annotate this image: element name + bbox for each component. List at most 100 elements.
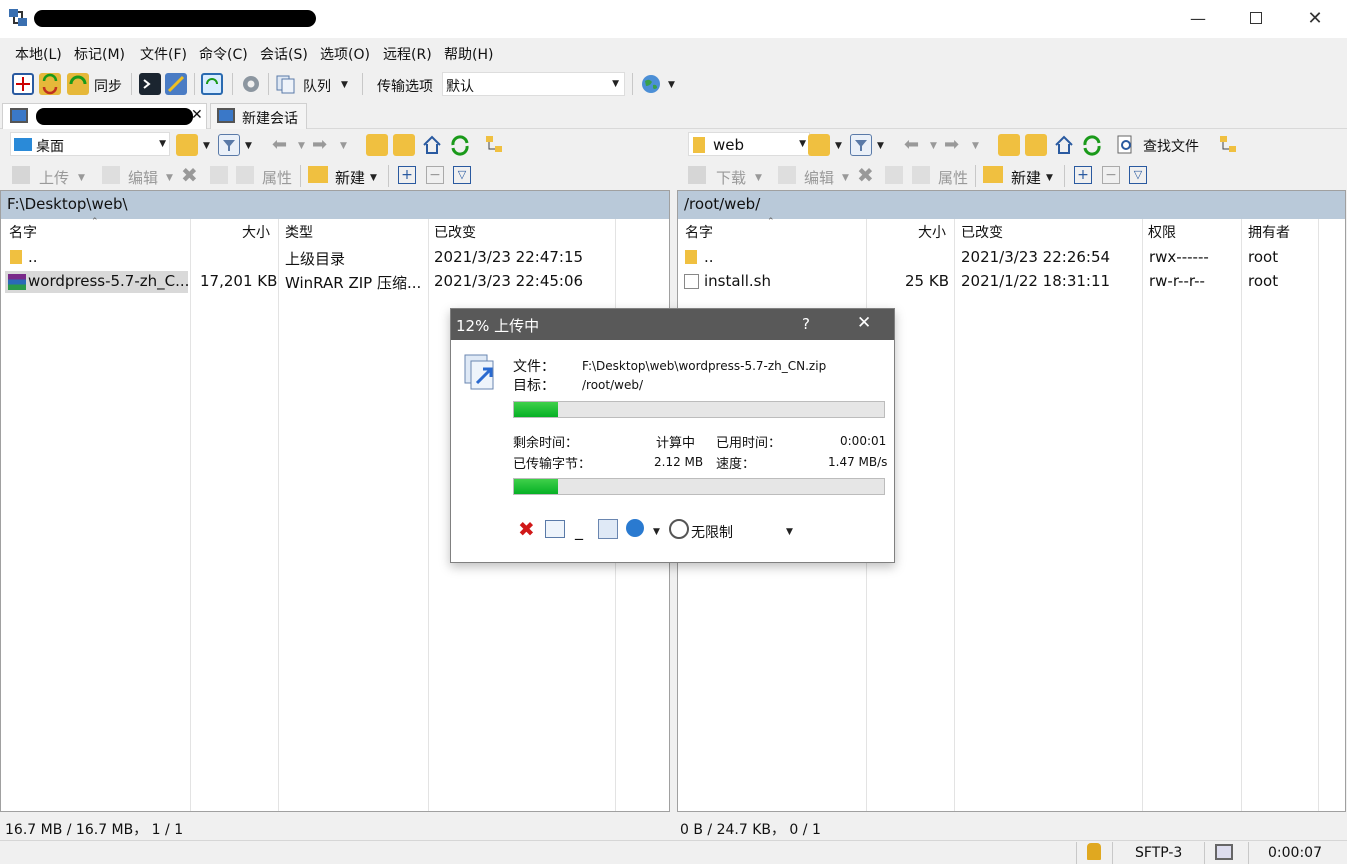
column-header-changed[interactable]: 已改变 xyxy=(961,222,1003,242)
properties-icon[interactable] xyxy=(912,166,930,184)
new-folder-icon[interactable] xyxy=(308,166,328,183)
globe-dropdown-arrow-icon[interactable]: ▼ xyxy=(668,80,675,90)
upload-icon[interactable] xyxy=(12,166,30,184)
chevron-down-icon[interactable]: ▼ xyxy=(930,141,937,151)
select-plus-icon[interactable]: + xyxy=(1074,166,1092,184)
chevron-down-icon[interactable]: ▼ xyxy=(78,173,85,183)
remote-location-select[interactable]: web ▼ xyxy=(688,132,810,156)
root-directory-icon[interactable] xyxy=(393,134,415,156)
properties-icon[interactable] xyxy=(236,166,254,184)
chevron-down-icon[interactable]: ▼ xyxy=(166,173,173,183)
open-directory-icon[interactable] xyxy=(176,134,198,156)
chevron-down-icon[interactable]: ▼ xyxy=(653,527,660,537)
cancel-transfer-icon[interactable]: ✖ xyxy=(518,517,535,541)
filter-select-icon[interactable]: ▽ xyxy=(453,166,471,184)
delete-icon[interactable]: ✖ xyxy=(857,163,874,187)
forward-arrow-icon[interactable]: ➡ xyxy=(312,134,327,155)
local-location-select[interactable]: 桌面 ▼ xyxy=(10,132,170,156)
parent-directory-icon[interactable] xyxy=(366,134,388,156)
speed-limit-value[interactable]: 无限制 xyxy=(691,522,733,542)
home-icon[interactable] xyxy=(1053,134,1075,156)
back-arrow-icon[interactable]: ⬅ xyxy=(904,134,919,155)
chevron-down-icon[interactable]: ▼ xyxy=(842,173,849,183)
edit-button[interactable]: 编辑 xyxy=(804,167,834,188)
queue-label[interactable]: 队列 xyxy=(303,76,331,96)
globe-icon[interactable] xyxy=(640,73,662,95)
menu-mark[interactable]: 标记(M) xyxy=(74,44,125,64)
dialog-close-icon[interactable]: ✕ xyxy=(857,313,871,333)
tab-new-session[interactable]: 新建会话 xyxy=(210,103,307,129)
chevron-down-icon[interactable]: ▼ xyxy=(972,141,979,151)
chevron-down-icon[interactable]: ▼ xyxy=(877,141,884,151)
maximize-button[interactable] xyxy=(1227,0,1285,36)
console-icon[interactable] xyxy=(139,73,161,95)
menu-help[interactable]: 帮助(H) xyxy=(444,44,493,64)
chevron-down-icon[interactable]: ▼ xyxy=(370,173,377,183)
column-header-owner[interactable]: 拥有者 xyxy=(1248,222,1290,242)
synchronize-browsing-icon[interactable] xyxy=(39,73,61,95)
open-directory-icon[interactable] xyxy=(808,134,830,156)
help-button[interactable]: ? xyxy=(802,315,810,333)
table-row[interactable]: .. 2021/3/23 22:26:54 rwx------ root xyxy=(678,247,1345,269)
column-header-changed[interactable]: 已改变 xyxy=(434,222,476,242)
menu-remote[interactable]: 远程(R) xyxy=(383,44,432,64)
sync-label[interactable]: 同步 xyxy=(94,76,122,96)
unselect-minus-icon[interactable]: − xyxy=(426,166,444,184)
menu-session[interactable]: 会话(S) xyxy=(260,44,308,64)
parent-directory-icon[interactable] xyxy=(998,134,1020,156)
edit-button[interactable]: 编辑 xyxy=(128,167,158,188)
filter-icon[interactable] xyxy=(850,134,872,156)
menu-file[interactable]: 文件(F) xyxy=(140,44,187,64)
download-button[interactable]: 下载 xyxy=(716,167,746,188)
new-folder-icon[interactable] xyxy=(983,166,1003,183)
chevron-down-icon[interactable]: ▼ xyxy=(835,141,842,151)
chevron-down-icon[interactable]: ▼ xyxy=(298,141,305,151)
move-to-background-icon[interactable] xyxy=(545,520,565,538)
find-files-icon[interactable] xyxy=(1115,134,1137,156)
minimize-dialog-button[interactable]: _ xyxy=(575,521,583,540)
menu-local[interactable]: 本地(L) xyxy=(15,44,62,64)
tree-view-icon[interactable] xyxy=(484,134,506,156)
new-button[interactable]: 新建 xyxy=(1011,167,1041,188)
menu-options[interactable]: 选项(O) xyxy=(320,44,370,64)
filter-icon[interactable] xyxy=(218,134,240,156)
column-header-size[interactable]: 大小 xyxy=(918,222,946,242)
chevron-down-icon[interactable]: ▼ xyxy=(1046,173,1053,183)
putty-icon[interactable] xyxy=(165,73,187,95)
column-header-type[interactable]: 类型 xyxy=(285,222,313,242)
compare-directories-icon[interactable] xyxy=(12,73,34,95)
menu-command[interactable]: 命令(C) xyxy=(199,44,248,64)
rename-icon[interactable] xyxy=(885,166,903,184)
root-directory-icon[interactable] xyxy=(1025,134,1047,156)
chevron-down-icon[interactable]: ▼ xyxy=(340,141,347,151)
edit-icon[interactable] xyxy=(102,166,120,184)
chevron-down-icon[interactable]: ▼ xyxy=(203,141,210,151)
table-row[interactable]: install.sh 25 KB 2021/1/22 18:31:11 rw-r… xyxy=(678,271,1345,293)
unselect-minus-icon[interactable]: − xyxy=(1102,166,1120,184)
tree-view-icon[interactable] xyxy=(1218,134,1240,156)
rename-icon[interactable] xyxy=(210,166,228,184)
minimize-button[interactable]: — xyxy=(1169,0,1227,36)
close-button[interactable]: ✕ xyxy=(1286,0,1344,36)
back-arrow-icon[interactable]: ⬅ xyxy=(272,134,287,155)
once-done-check-icon[interactable] xyxy=(626,519,644,537)
table-row[interactable]: wordpress-5.7-zh_C... 17,201 KB WinRAR Z… xyxy=(1,271,669,293)
keep-remote-up-to-date-icon[interactable] xyxy=(201,73,223,95)
download-icon[interactable] xyxy=(688,166,706,184)
properties-button[interactable]: 属性 xyxy=(938,167,968,188)
upload-button[interactable]: 上传 xyxy=(39,167,69,188)
queue-icon[interactable] xyxy=(275,73,297,95)
close-tab-icon[interactable]: ✕ xyxy=(191,107,203,123)
refresh-icon[interactable] xyxy=(1081,134,1103,156)
refresh-icon[interactable] xyxy=(449,134,471,156)
speed-limit-dropdown-icon[interactable]: ▼ xyxy=(786,527,793,537)
column-header-size[interactable]: 大小 xyxy=(242,222,270,242)
queue-dropdown-arrow-icon[interactable]: ▼ xyxy=(341,80,348,90)
properties-button[interactable]: 属性 xyxy=(262,167,292,188)
filter-select-icon[interactable]: ▽ xyxy=(1129,166,1147,184)
column-header-name[interactable]: 名字 xyxy=(685,222,713,242)
copy-files-icon[interactable] xyxy=(598,519,618,539)
preferences-gear-icon[interactable] xyxy=(240,73,262,95)
chevron-down-icon[interactable]: ▼ xyxy=(245,141,252,151)
chevron-down-icon[interactable]: ▼ xyxy=(755,173,762,183)
